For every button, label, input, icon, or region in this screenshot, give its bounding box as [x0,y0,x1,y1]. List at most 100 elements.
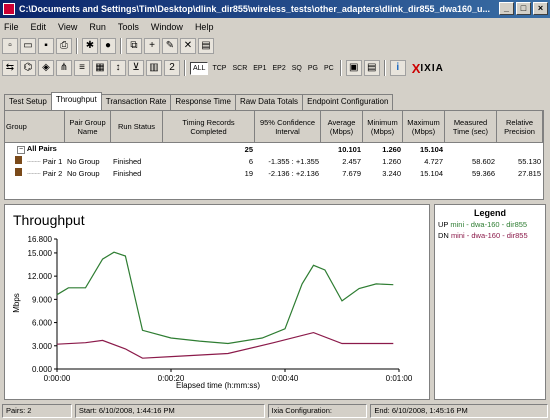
col-minimum[interactable]: Minimum (Mbps) [363,111,403,142]
main-toolbar: ▫ ▭ ▪ ⎙ ✱ ● ⧉ + ✎ ✕ ▤ [2,36,214,56]
group-icon[interactable]: ▦ [92,60,108,76]
filter-icon[interactable]: ⊻ [128,60,144,76]
title-bar: C:\Documents and Settings\Tim\Desktop\dl… [0,0,550,18]
table-row[interactable]: ┄┄┄ Pair 1 No Group Finished 6 -1.355 : … [5,155,543,167]
table-row[interactable]: ┄┄┄ Pair 2 No Group Finished 19 -2.136 :… [5,167,543,179]
endpoint-icon[interactable]: ◈ [38,60,54,76]
collapse-icon[interactable]: − [17,146,25,154]
toolbar-separator [184,60,186,76]
status-ixia-config: Ixia Configuration: [267,404,368,418]
legend-text: mini - dwa-160 - dir855 [450,231,528,240]
pair-icon[interactable]: ⇆ [2,60,18,76]
edit-pair-icon[interactable]: ✎ [162,38,178,54]
run-icon[interactable]: ✱ [82,38,98,54]
delete-icon[interactable]: ✕ [180,38,196,54]
x-tick-label: 0:00:20 [158,374,185,383]
col-relative-precision[interactable]: Relative Precision [497,111,543,142]
menu-tools[interactable]: Tools [118,22,139,32]
toolbar-separator [76,38,78,54]
tab-test-setup[interactable]: Test Setup [4,94,52,110]
book-icon[interactable]: ▤ [198,38,214,54]
toolbar-separator [383,60,386,76]
network-icon[interactable]: ⌬ [20,60,36,76]
col-pair-group-name[interactable]: Pair Group Name [65,111,111,142]
legend-item[interactable]: UP mini - dwa-160 - dir855 [435,220,545,229]
tab-response-time[interactable]: Response Time [170,94,236,110]
menu-view[interactable]: View [58,22,77,32]
menu-edit[interactable]: Edit [31,22,47,32]
y-axis-label: Mbps [12,293,21,313]
open-folder-icon[interactable]: ▭ [20,38,36,54]
throughput-chart: Throughput Mbps Elapsed time (h:mm:ss) 0… [12,212,413,390]
chart-icon[interactable]: ▥ [146,60,162,76]
col-group[interactable]: Group [5,111,65,142]
ixia-logo: X IXIA [411,60,444,76]
pair-label: Pair 1 [42,157,63,166]
minimize-button[interactable]: _ [499,2,514,15]
filter-pg-button[interactable]: PG [306,63,320,74]
filter-sq-button[interactable]: SQ [290,63,304,74]
status-start: Start: 6/10/2008, 1:44:16 PM [74,404,265,418]
pair-endpoint-icon [15,156,22,164]
filter-all-button[interactable]: ALL [190,61,209,75]
filter-pc-button[interactable]: PC [322,63,336,74]
menu-run[interactable]: Run [89,22,106,32]
maximum: 15.104 [420,168,443,178]
info-icon[interactable]: i [389,60,406,76]
report-icon[interactable]: ▤ [363,60,380,76]
filter-ep1-button[interactable]: EP1 [251,63,268,74]
pair-group-name: No Group [67,168,100,178]
menu-window[interactable]: Window [151,22,183,32]
legend-title: Legend [473,208,506,218]
y-tick-label: 15.000 [28,249,53,258]
col-measured-time[interactable]: Measured Time (sec) [445,111,497,142]
legend-tag: DN [438,231,449,240]
maximize-button[interactable]: □ [516,2,531,15]
all-pairs-label: All Pairs [26,144,57,153]
col-timing-records[interactable]: Timing Records Completed [163,111,255,142]
col-average[interactable]: Average (Mbps) [321,111,363,142]
all-pairs-row[interactable]: − All Pairs 25 10.101 1.260 15.104 [5,143,543,155]
all-pairs-maximum: 15.104 [420,144,443,154]
print-icon[interactable]: ⎙ [56,38,72,54]
y-tick-label: 12.000 [28,272,53,281]
tab-raw-data-totals[interactable]: Raw Data Totals [234,94,304,110]
status-bar: Pairs: 2 Start: 6/10/2008, 1:44:16 PM Ix… [0,402,550,420]
col-run-status[interactable]: Run Status [111,111,163,142]
y-tick-label: 16.800 [28,235,53,244]
average: 2.457 [342,156,361,166]
multicast-icon[interactable]: ⋔ [56,60,72,76]
relative-precision: 55.130 [518,156,541,166]
legend-item[interactable]: DN mini - dwa-160 - dir855 [435,231,545,240]
filter-tcp-button[interactable]: TCP [210,63,228,74]
x-tick-label: 0:00:40 [272,374,299,383]
filter-ep2-button[interactable]: EP2 [270,63,287,74]
sort-icon[interactable]: ↕ [110,60,126,76]
secondary-toolbar: ⇆ ⌬ ◈ ⋔ ≡ ▦ ↕ ⊻ ▥ 2 ALL TCP SCR EP1 EP2 … [2,58,444,78]
save-icon[interactable]: ▪ [38,38,54,54]
pair-endpoint-icon [15,168,22,176]
copy-icon[interactable]: ⧉ [126,38,142,54]
tab-throughput[interactable]: Throughput [50,92,102,110]
tab-transaction-rate[interactable]: Transaction Rate [100,94,172,110]
filter-scr-button[interactable]: SCR [230,63,249,74]
script-icon[interactable]: ≡ [74,60,90,76]
x-tick-label: 0:00:00 [44,374,71,383]
y-tick-label: 9.000 [32,295,53,304]
tab-strip: Test Setup Throughput Transaction Rate R… [4,92,394,110]
close-button[interactable]: × [533,2,548,15]
col-confidence[interactable]: 95% Confidence Interval [255,111,321,142]
add-pair-icon[interactable]: + [144,38,160,54]
col-maximum[interactable]: Maximum (Mbps) [403,111,445,142]
menu-help[interactable]: Help [195,22,214,32]
run-status: Finished [113,168,142,178]
menu-file[interactable]: File [4,22,19,32]
new-file-icon[interactable]: ▫ [2,38,18,54]
tab-endpoint-configuration[interactable]: Endpoint Configuration [302,94,394,110]
export-icon[interactable]: ▣ [345,60,362,76]
number-icon[interactable]: 2 [164,60,180,76]
menu-bar: File Edit View Run Tools Window Help [0,18,550,35]
toolbar-separator [120,38,122,54]
legend-panel: Legend UP mini - dwa-160 - dir855 DN min… [434,204,546,400]
stop-icon[interactable]: ● [100,38,116,54]
